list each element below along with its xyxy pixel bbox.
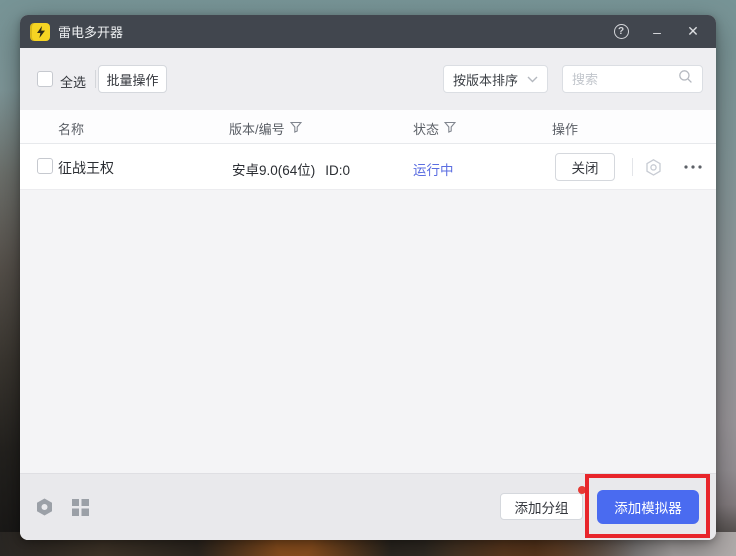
minimize-button[interactable]: – <box>646 21 668 43</box>
select-all-checkbox[interactable] <box>37 71 53 87</box>
search-box <box>562 65 703 93</box>
emulator-row[interactable]: 征战王权 安卓9.0(64位)ID:0 运行中 关闭 <box>20 144 716 190</box>
column-header-status: 状态 <box>413 119 456 138</box>
wallpaper-rocks-left <box>0 90 20 556</box>
emulator-id: ID:0 <box>325 163 350 178</box>
status-badge: 运行中 <box>413 159 454 179</box>
search-input[interactable] <box>572 72 678 87</box>
close-instance-button[interactable]: 关闭 <box>555 153 615 181</box>
app-window: 雷电多开器 ? – ✕ 全选 批量操作 按版本排序 <box>20 15 716 540</box>
column-header-action: 操作 <box>552 119 578 138</box>
chevron-down-icon <box>527 70 538 88</box>
column-header-name: 名称 <box>58 119 84 138</box>
window-title: 雷电多开器 <box>58 22 123 41</box>
help-icon: ? <box>614 24 629 39</box>
row-action-divider <box>632 158 633 176</box>
funnel-icon[interactable] <box>444 121 456 136</box>
titlebar[interactable]: 雷电多开器 ? – ✕ <box>20 15 716 48</box>
batch-operations-button[interactable]: 批量操作 <box>98 65 167 93</box>
select-all-label[interactable]: 全选 <box>60 72 86 91</box>
grid-layout-icon[interactable] <box>69 496 91 518</box>
add-emulator-button[interactable]: 添加模拟器 <box>597 490 699 524</box>
empty-list-area <box>20 190 716 473</box>
row-checkbox[interactable] <box>37 158 53 174</box>
emulator-version: 安卓9.0(64位)ID:0 <box>232 159 350 179</box>
notification-dot <box>578 486 586 494</box>
sort-dropdown-value: 按版本排序 <box>453 70 518 89</box>
search-icon[interactable] <box>678 69 693 89</box>
help-button[interactable]: ? <box>610 21 632 43</box>
instance-settings-gear-icon[interactable] <box>643 157 663 177</box>
toolbar: 全选 批量操作 按版本排序 <box>20 48 716 110</box>
column-header-version: 版本/编号 <box>229 119 302 138</box>
funnel-icon[interactable] <box>290 121 302 136</box>
minimize-icon: – <box>653 24 661 40</box>
sort-dropdown[interactable]: 按版本排序 <box>443 65 548 93</box>
close-icon: ✕ <box>687 23 699 40</box>
add-group-button[interactable]: 添加分组 <box>500 493 583 520</box>
footer-bar: 添加分组 添加模拟器 <box>20 473 716 540</box>
toolbar-divider <box>95 70 96 88</box>
more-options-ellipsis-icon[interactable] <box>680 157 706 177</box>
app-lightning-icon <box>32 23 50 41</box>
close-button[interactable]: ✕ <box>682 21 704 43</box>
emulator-name: 征战王权 <box>58 158 114 178</box>
settings-gear-icon[interactable] <box>33 496 55 518</box>
table-header: 名称 版本/编号 状态 操作 <box>20 110 716 144</box>
